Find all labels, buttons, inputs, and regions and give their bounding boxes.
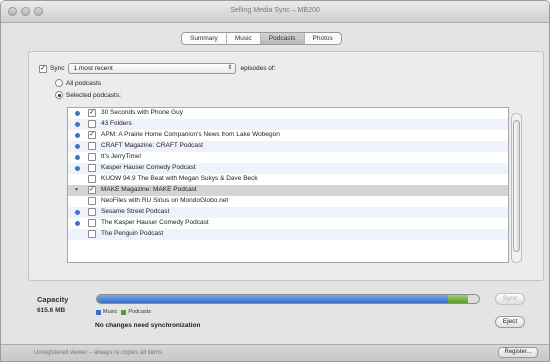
podcast-name: CRAFT Magazine: CRAFT Podcast [101,142,203,149]
podcast-checkbox[interactable] [88,120,96,128]
capacity-music-segment [97,295,449,303]
capacity-podcasts-segment [448,295,468,303]
eject-button[interactable]: Eject [495,316,525,328]
new-episode-dot-icon [75,144,80,149]
capacity-legend: Music Podcasts [96,309,151,315]
scrollbar-thumb[interactable] [513,120,520,252]
new-episode-dot-icon [75,221,80,226]
podcast-name: Kasper Hauser Comedy Podcast [101,164,196,171]
new-episode-dot-icon [75,133,80,138]
podcast-checkbox[interactable]: ✓ [88,186,96,194]
episodes-select-value: 1 most recent [73,65,113,72]
register-button[interactable]: Register... [498,347,538,358]
podcast-name: NeoFiles with RU Sirius on MondoGlobo.ne… [101,197,229,204]
selected-podcasts-label: Selected podcasts: [66,91,121,99]
podcast-checkbox[interactable] [88,153,96,161]
podcast-checkbox[interactable]: ✓ [88,131,96,139]
new-episode-dot-icon [75,210,80,215]
sync-status: No changes need synchronization [95,322,201,329]
episodes-select[interactable]: 1 most recent ⇕ [68,63,237,74]
selected-podcasts-option[interactable]: Selected podcasts: [55,91,121,99]
podcast-row[interactable]: The Penguin Podcast [68,229,508,240]
podcast-checkbox[interactable] [88,208,96,216]
podcast-name: 43 Folders [101,120,132,127]
podcast-row[interactable]: The Kasper Hauser Comedy Podcast [68,218,508,229]
new-episode-dot-icon [75,122,80,127]
capacity-size: 615.6 MB [37,307,66,314]
podcast-name: The Penguin Podcast [101,230,164,237]
disclosure-triangle-icon[interactable]: ▾ [75,186,78,193]
tab-summary[interactable]: Summary [182,33,227,44]
new-episode-dot-icon [75,166,80,171]
podcast-row[interactable]: ✓ APM: A Prairie Home Companion's News fr… [68,130,508,141]
podcast-row[interactable]: ✓ 30 Seconds with Phone Guy [68,108,508,119]
tab-photos[interactable]: Photos [305,33,341,44]
sync-label: Sync [50,65,65,72]
podcast-row[interactable]: Kasper Hauser Comedy Podcast [68,163,508,174]
legend-music-label: Music [103,309,118,315]
new-episode-dot-icon [75,155,80,160]
podcasts-swatch [121,309,127,315]
podcast-name: The Kasper Hauser Comedy Podcast [101,219,209,226]
podcast-name: It's JerryTime! [101,153,142,160]
new-episode-dot-icon [75,111,80,116]
podcast-checkbox[interactable] [88,197,96,205]
sync-button[interactable]: Sync [495,293,525,305]
footer-bar: Unregistered viewer – always re copies a… [1,344,549,361]
episodes-suffix: episodes of: [240,65,276,72]
podcast-checkbox[interactable] [88,175,96,183]
podcast-checkbox[interactable] [88,219,96,227]
sync-checkbox[interactable]: ✓ [39,64,47,73]
podcast-checkbox[interactable] [88,230,96,238]
podcast-checkbox[interactable] [88,142,96,150]
sync-row: ✓ Sync 1 most recent ⇕ episodes of: [39,63,276,74]
podcast-row[interactable]: KUOW 94.9 The Beat with Megan Sukys & Da… [68,174,508,185]
window-title: Selling Media Sync – MB200 [230,7,320,14]
all-podcasts-label: All podcasts [66,79,102,87]
music-swatch [96,309,101,315]
podcast-name: 30 Seconds with Phone Guy [101,109,184,116]
podcast-name: KUOW 94.9 The Beat with Megan Sukys & Da… [101,175,258,182]
legend-podcasts-label: Podcasts [128,309,151,315]
footer-text: Unregistered viewer – always re copies a… [34,350,163,356]
podcast-row[interactable]: CRAFT Magazine: CRAFT Podcast [68,141,508,152]
podcast-list-scrollbar[interactable] [511,113,522,263]
selected-podcasts-radio[interactable] [55,91,63,99]
podcast-checkbox[interactable]: ✓ [88,109,96,117]
capacity-bar [96,294,480,304]
app-window: Selling Media Sync – MB200 Summary Music… [0,0,550,362]
capacity-label: Capacity [37,295,69,304]
podcast-name: Sesame Street Podcast [101,208,170,215]
podcast-name: APM: A Prairie Home Companion's News fro… [101,131,280,138]
tab-music[interactable]: Music [227,33,261,44]
podcast-checkbox[interactable] [88,164,96,172]
title-bar: Selling Media Sync – MB200 [1,1,549,23]
podcast-list[interactable]: ✓ 30 Seconds with Phone Guy 43 Folders ✓ APM… [67,107,509,263]
all-podcasts-radio[interactable] [55,79,63,87]
podcast-row[interactable]: ▾ ✓ MAKE Magazine: MAKE Podcast [68,185,508,196]
podcast-row[interactable]: Sesame Street Podcast [68,207,508,218]
tab-bar: Summary Music Podcasts Photos [181,32,342,45]
podcast-name: MAKE Magazine: MAKE Podcast [101,186,197,193]
podcast-row[interactable]: NeoFiles with RU Sirius on MondoGlobo.ne… [68,196,508,207]
select-arrows-icon: ⇕ [227,65,233,71]
all-podcasts-option[interactable]: All podcasts [55,79,101,87]
podcast-row[interactable]: It's JerryTime! [68,152,508,163]
podcast-row[interactable]: 43 Folders [68,119,508,130]
tab-podcasts[interactable]: Podcasts [260,33,305,44]
